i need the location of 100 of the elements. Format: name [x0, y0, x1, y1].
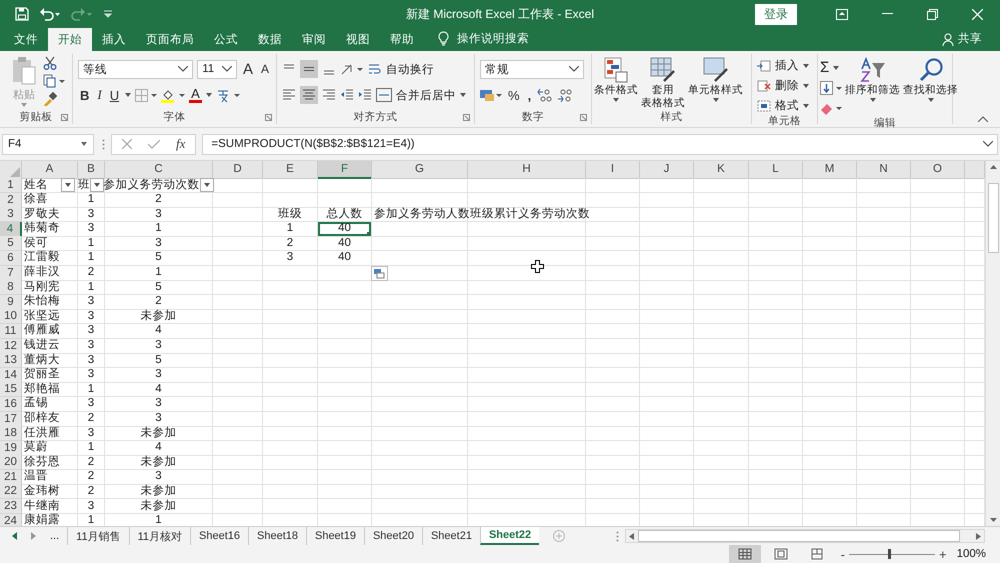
ribbon-tab[interactable]: 页面布局 — [136, 28, 204, 51]
formula-field[interactable]: =SUMPRODUCT(N($B$2:$B$121=E4)) — [211, 138, 415, 150]
empty-cell[interactable] — [911, 207, 965, 222]
enter-icon[interactable] — [148, 139, 160, 149]
align-center-icon[interactable] — [300, 86, 318, 104]
caret-icon[interactable] — [803, 64, 809, 68]
empty-cell[interactable] — [263, 353, 318, 368]
empty-cell[interactable] — [749, 207, 803, 222]
empty-cell[interactable] — [857, 353, 911, 368]
empty-cell[interactable] — [803, 382, 857, 398]
empty-cell[interactable] — [694, 455, 749, 470]
empty-cell[interactable] — [318, 440, 372, 456]
row-header[interactable]: 22 — [0, 484, 22, 500]
empty-cell[interactable] — [263, 280, 318, 296]
empty-cell[interactable] — [803, 192, 857, 208]
wrap-text-icon[interactable] — [368, 62, 382, 76]
row-header[interactable]: 10 — [0, 309, 22, 324]
empty-cell[interactable] — [372, 294, 468, 310]
empty-cell[interactable] — [857, 266, 911, 281]
empty-cell[interactable] — [803, 309, 857, 324]
empty-cell[interactable] — [586, 470, 640, 485]
format-button[interactable]: 格式 — [775, 98, 799, 113]
empty-cell[interactable] — [586, 236, 640, 252]
ribbon-tab[interactable]: 开始 — [48, 28, 92, 51]
empty-cell[interactable] — [694, 309, 749, 324]
dialog-launcher-icon[interactable] — [61, 114, 68, 121]
empty-cell[interactable] — [263, 455, 318, 470]
caret-icon[interactable] — [712, 98, 718, 102]
empty-cell[interactable] — [749, 266, 803, 281]
empty-cell[interactable] — [857, 192, 911, 208]
empty-cell[interactable] — [694, 499, 749, 514]
empty-cell[interactable] — [911, 178, 965, 193]
empty-cell[interactable] — [263, 324, 318, 339]
empty-cell[interactable] — [857, 382, 911, 398]
empty-cell[interactable] — [857, 309, 911, 324]
scroll-left-icon[interactable] — [12, 532, 17, 540]
empty-cell[interactable] — [803, 266, 857, 281]
font-name-dropdown[interactable]: 等线 — [83, 62, 107, 76]
empty-cell[interactable] — [857, 455, 911, 470]
empty-cell[interactable] — [318, 280, 372, 296]
column-header[interactable]: K — [694, 161, 749, 179]
empty-cell[interactable] — [803, 294, 857, 310]
empty-cell[interactable] — [803, 250, 857, 266]
empty-cell[interactable] — [857, 250, 911, 266]
column-header[interactable]: E — [263, 161, 318, 179]
row-header[interactable]: 11 — [0, 324, 22, 339]
scroll-left-icon[interactable] — [629, 532, 634, 540]
empty-cell[interactable] — [318, 412, 372, 426]
empty-cell[interactable] — [640, 484, 694, 500]
scroll-down-icon[interactable] — [990, 518, 996, 523]
increase-decimal-icon[interactable] — [537, 88, 554, 102]
empty-cell[interactable] — [694, 484, 749, 500]
row-header[interactable]: 17 — [0, 412, 22, 426]
empty-cell[interactable] — [640, 412, 694, 426]
column-header[interactable]: O — [911, 161, 965, 179]
share-button[interactable]: 共享 — [958, 31, 982, 51]
bold-button[interactable]: B — [78, 88, 92, 102]
empty-cell[interactable] — [468, 382, 586, 398]
caret-icon[interactable] — [81, 142, 87, 146]
empty-cell[interactable] — [803, 412, 857, 426]
empty-cell[interactable] — [640, 266, 694, 281]
fill-color-icon[interactable] — [161, 88, 186, 102]
dialog-launcher-icon[interactable] — [463, 114, 470, 121]
caret-icon[interactable] — [206, 93, 212, 97]
empty-cell[interactable] — [749, 250, 803, 266]
number-format-dropdown[interactable]: 常规 — [485, 62, 509, 76]
empty-cell[interactable] — [372, 236, 468, 252]
empty-cell[interactable] — [213, 236, 263, 252]
empty-cell[interactable] — [372, 309, 468, 324]
empty-cell[interactable] — [586, 294, 640, 310]
empty-cell[interactable] — [857, 222, 911, 237]
empty-cell[interactable] — [468, 324, 586, 339]
caret-icon[interactable] — [870, 98, 876, 102]
empty-cell[interactable] — [857, 440, 911, 456]
scissors-icon[interactable] — [43, 56, 57, 70]
empty-cell[interactable] — [749, 484, 803, 500]
empty-cell[interactable] — [318, 368, 372, 383]
empty-cell[interactable] — [372, 338, 468, 354]
empty-cell[interactable] — [468, 440, 586, 456]
empty-cell[interactable] — [749, 192, 803, 208]
empty-cell[interactable] — [263, 368, 318, 383]
caret-icon[interactable] — [125, 93, 132, 97]
empty-cell[interactable] — [213, 412, 263, 426]
save-icon[interactable] — [15, 7, 29, 21]
empty-cell[interactable] — [263, 309, 318, 324]
split-handle-icon[interactable] — [616, 530, 619, 542]
row-header[interactable]: 21 — [0, 470, 22, 485]
row-header[interactable]: 12 — [0, 338, 22, 354]
align-left-icon[interactable] — [282, 88, 296, 102]
empty-cell[interactable] — [857, 178, 911, 193]
empty-cell[interactable] — [640, 294, 694, 310]
insert-function-button[interactable]: fx — [176, 136, 186, 152]
empty-cell[interactable] — [749, 236, 803, 252]
empty-cell[interactable] — [749, 382, 803, 398]
empty-cell[interactable] — [263, 426, 318, 442]
ribbon-tab[interactable]: 公式 — [204, 28, 248, 51]
empty-cell[interactable] — [318, 178, 372, 193]
caret-icon[interactable] — [613, 98, 619, 102]
delete-cells-icon[interactable] — [757, 80, 771, 92]
empty-cell[interactable] — [911, 236, 965, 252]
